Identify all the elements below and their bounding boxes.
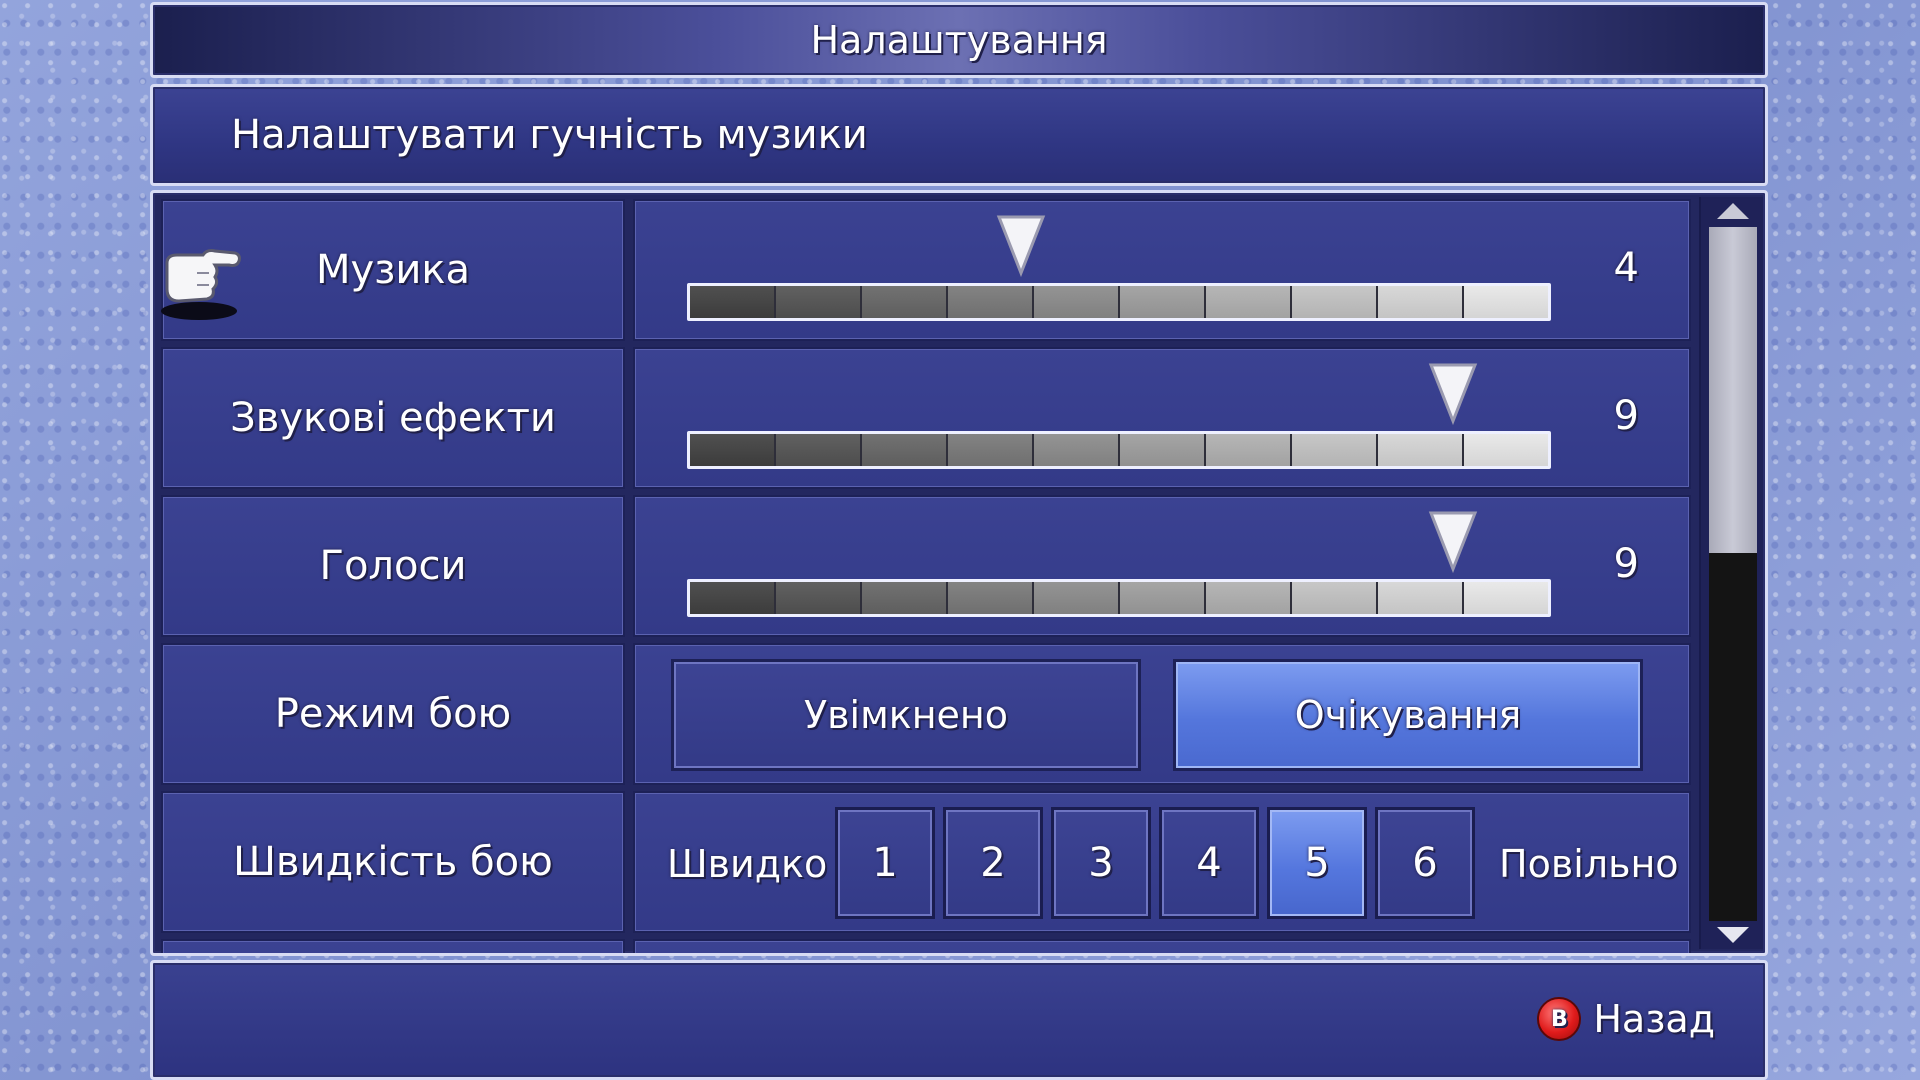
volume-slider-voices[interactable]: 9: [633, 495, 1691, 637]
volume-bar-segment: [1464, 582, 1548, 614]
setting-row-battle-speed[interactable]: Швидкість бою Швидко 1 2 3 4 5 6 Повільн…: [161, 791, 1691, 933]
volume-bar-segment: [1120, 286, 1206, 318]
speed-option[interactable]: 5: [1267, 807, 1367, 919]
volume-bar-segment: [862, 582, 948, 614]
volume-bar-segment: [1464, 434, 1548, 466]
slider-pointer-icon[interactable]: [995, 213, 1047, 277]
setting-row-music[interactable]: Музика 4: [161, 199, 1691, 341]
setting-label-cell: Звукові ефекти: [161, 347, 625, 489]
battle-mode-control: Увімкнено Очікування: [633, 643, 1691, 785]
volume-bar-segment: [776, 286, 862, 318]
volume-bar-segment: [1378, 286, 1464, 318]
setting-row-sound-effects[interactable]: Звукові ефекти 9: [161, 347, 1691, 489]
speed-option-label: 6: [1412, 840, 1438, 886]
scroll-up-arrow-icon[interactable]: [1715, 201, 1751, 221]
battle-mode-option-on[interactable]: Увімкнено: [671, 659, 1141, 771]
setting-label-cell: Голоси: [161, 495, 625, 637]
option-label: Увімкнено: [803, 693, 1009, 737]
speed-option-label: 5: [1304, 840, 1330, 886]
setting-label: Музика: [315, 247, 471, 293]
volume-bar-segment: [1120, 582, 1206, 614]
volume-bar[interactable]: [687, 283, 1551, 321]
setting-label-cell: [161, 939, 625, 953]
volume-bar-segment: [690, 582, 776, 614]
setting-row-next[interactable]: [161, 939, 1691, 953]
title-bar: Налаштування: [150, 2, 1768, 78]
volume-bar-segment: [776, 582, 862, 614]
volume-bar-segment: [1206, 286, 1292, 318]
back-button[interactable]: B Назад: [1537, 997, 1715, 1041]
speed-option[interactable]: 2: [943, 807, 1043, 919]
volume-bar-segment: [690, 286, 776, 318]
page-title: Налаштування: [810, 18, 1108, 62]
volume-slider-music[interactable]: 4: [633, 199, 1691, 341]
speed-option-label: 3: [1088, 840, 1114, 886]
volume-bar-segment: [948, 582, 1034, 614]
speed-option[interactable]: 6: [1375, 807, 1475, 919]
volume-bar-segment: [1034, 582, 1120, 614]
speed-slow-label: Повільно: [1499, 842, 1679, 886]
volume-bar-segment: [862, 286, 948, 318]
scroll-down-arrow-icon[interactable]: [1715, 925, 1751, 945]
volume-level: 9: [1613, 393, 1639, 439]
b-button-glyph: B: [1550, 1006, 1568, 1032]
setting-label: Голоси: [319, 543, 467, 589]
back-label: Назад: [1593, 997, 1715, 1041]
setting-label: Режим бою: [274, 691, 512, 737]
setting-row-battle-mode[interactable]: Режим бою Увімкнено Очікування: [161, 643, 1691, 785]
setting-control-cell: [633, 939, 1691, 953]
setting-label-cell: Швидкість бою: [161, 791, 625, 933]
volume-bar-segment: [1292, 286, 1378, 318]
volume-bar-segment: [1206, 434, 1292, 466]
volume-bar[interactable]: [687, 579, 1551, 617]
volume-bar[interactable]: [687, 431, 1551, 469]
setting-label: Швидкість бою: [233, 839, 553, 885]
volume-slider-sound-effects[interactable]: 9: [633, 347, 1691, 489]
help-bar: Налаштувати гучність музики: [150, 84, 1768, 186]
volume-bar-segment: [948, 286, 1034, 318]
speed-option-label: 4: [1196, 840, 1222, 886]
slider-pointer-icon[interactable]: [1427, 509, 1479, 573]
volume-bar-segment: [1292, 434, 1378, 466]
volume-bar-segment: [1378, 582, 1464, 614]
speed-option-label: 1: [872, 840, 898, 886]
volume-bar-segment: [776, 434, 862, 466]
scrollbar[interactable]: [1699, 197, 1763, 949]
volume-bar-segment: [1292, 582, 1378, 614]
setting-row-voices[interactable]: Голоси 9: [161, 495, 1691, 637]
settings-list: Музика 4 Звукові ефекти 9 Голоси 9 Режим…: [150, 190, 1768, 956]
speed-option[interactable]: 3: [1051, 807, 1151, 919]
setting-label: Звукові ефекти: [230, 395, 556, 441]
battle-speed-control: Швидко 1 2 3 4 5 6 Повільно: [633, 791, 1691, 933]
volume-bar-segment: [862, 434, 948, 466]
speed-option-label: 2: [980, 840, 1006, 886]
volume-bar-segment: [1120, 434, 1206, 466]
volume-bar-segment: [1034, 434, 1120, 466]
battle-mode-option-wait[interactable]: Очікування: [1173, 659, 1643, 771]
pointing-hand-icon: [161, 249, 241, 320]
footer-bar: B Назад: [150, 960, 1768, 1080]
volume-bar-segment: [690, 434, 776, 466]
speed-fast-label: Швидко: [667, 842, 828, 886]
volume-bar-segment: [1464, 286, 1548, 318]
speed-option[interactable]: 1: [835, 807, 935, 919]
help-text: Налаштувати гучність музики: [231, 112, 868, 158]
scroll-track[interactable]: [1709, 227, 1757, 921]
volume-bar-segment: [1378, 434, 1464, 466]
slider-pointer-icon[interactable]: [1427, 361, 1479, 425]
scroll-thumb[interactable]: [1709, 227, 1757, 554]
volume-bar-segment: [1034, 286, 1120, 318]
volume-bar-segment: [948, 434, 1034, 466]
volume-level: 4: [1613, 245, 1639, 291]
speed-option[interactable]: 4: [1159, 807, 1259, 919]
volume-bar-segment: [1206, 582, 1292, 614]
volume-level: 9: [1613, 541, 1639, 587]
option-label: Очікування: [1294, 693, 1522, 737]
b-button-icon: B: [1537, 997, 1582, 1041]
setting-label-cell: Режим бою: [161, 643, 625, 785]
